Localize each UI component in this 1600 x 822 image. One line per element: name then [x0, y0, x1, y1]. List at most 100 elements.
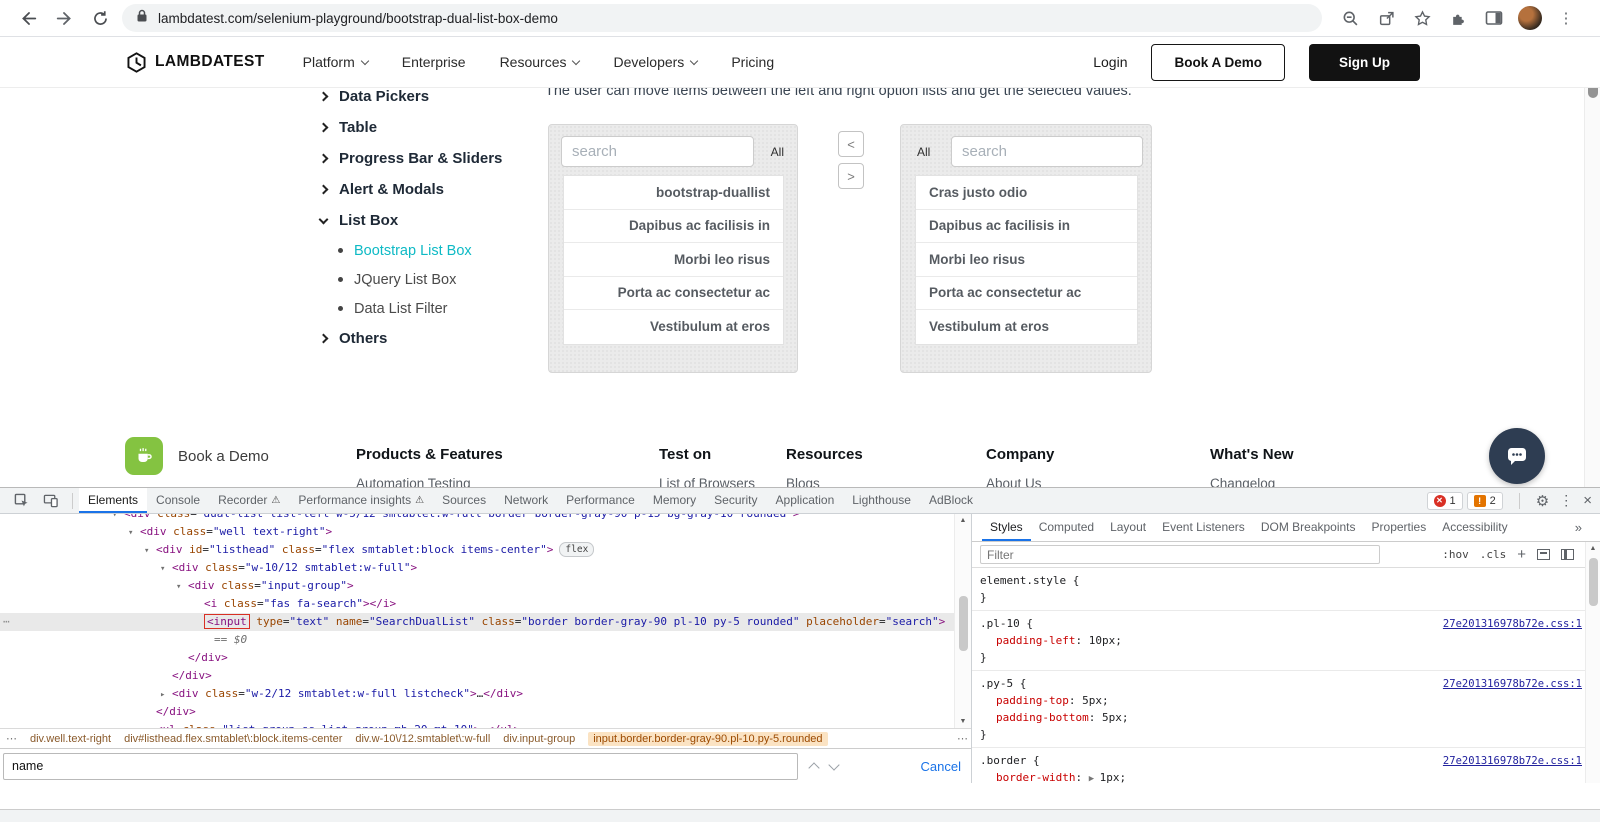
- chat-widget-button[interactable]: [1489, 428, 1545, 484]
- list-item[interactable]: Morbi leo risus: [916, 243, 1137, 277]
- sidebar-item-list-box[interactable]: List Box: [318, 205, 535, 236]
- breadcrumb-item[interactable]: div.input-group: [503, 733, 575, 745]
- tree-line[interactable]: ▾ <div class="w-10/12 smtablet:w-full">: [0, 559, 954, 577]
- devtools-tab-console[interactable]: Console: [147, 488, 209, 513]
- breadcrumb-item[interactable]: input.border.border-gray-90.pl-10.py-5.r…: [588, 731, 828, 746]
- styles-tab-event-listeners[interactable]: Event Listeners: [1154, 514, 1253, 541]
- list-item[interactable]: bootstrap-duallist: [564, 176, 783, 210]
- book-a-demo-button[interactable]: Book A Demo: [1151, 43, 1285, 81]
- find-input[interactable]: [3, 752, 798, 780]
- tree-line[interactable]: ▾ <div id="listhead" class="flex smtablet…: [0, 541, 954, 559]
- address-bar[interactable]: lambdatest.com/selenium-playground/boots…: [122, 4, 1322, 32]
- find-next-icon[interactable]: [828, 759, 840, 771]
- css-selector[interactable]: .border {: [980, 754, 1040, 767]
- sidebar-item-bootstrap-list-box[interactable]: Bootstrap List Box: [320, 236, 535, 265]
- css-property-line[interactable]: padding-bottom: 5px;: [980, 709, 1592, 726]
- list-item[interactable]: Morbi leo risus: [564, 243, 783, 277]
- nav-item-resources[interactable]: Resources: [500, 54, 581, 70]
- elements-scroll-down-arrow[interactable]: ▼: [955, 718, 971, 725]
- devtools-menu-icon[interactable]: ⋮: [1559, 492, 1573, 509]
- pseudo-state-button[interactable]: :hov: [1442, 548, 1469, 561]
- list-item[interactable]: Porta ac consectetur ac: [564, 276, 783, 310]
- nav-item-platform[interactable]: Platform: [303, 54, 369, 70]
- list-item[interactable]: Dapibus ac facilisis in: [564, 209, 783, 243]
- sidebar-item-others[interactable]: Others: [318, 323, 535, 354]
- devtools-tab-performance[interactable]: Performance: [557, 488, 644, 513]
- styles-filter-input[interactable]: [980, 545, 1380, 564]
- breadcrumb-overflow-right[interactable]: ⋯: [953, 732, 968, 745]
- right-search-input[interactable]: [951, 136, 1143, 167]
- browser-menu-icon[interactable]: ⋮: [1553, 5, 1579, 31]
- stylesheet-link[interactable]: 27e201316978b72e.css:1: [1443, 676, 1582, 693]
- console-errors-badge[interactable]: ✕ 1: [1426, 491, 1463, 510]
- lambdatest-logo[interactable]: LAMBDATEST: [125, 51, 265, 74]
- tree-collapse-arrow-icon[interactable]: ▾: [176, 578, 188, 596]
- nav-item-pricing[interactable]: Pricing: [731, 54, 774, 70]
- tree-line[interactable]: == $0: [0, 631, 954, 649]
- css-selector[interactable]: .py-5 {: [980, 677, 1026, 690]
- devtools-tab-elements[interactable]: Elements: [79, 488, 148, 513]
- footer-link[interactable]: List of Browsers: [659, 476, 755, 487]
- device-toolbar-icon[interactable]: [38, 488, 64, 514]
- devtools-tab-application[interactable]: Application: [767, 488, 844, 513]
- css-selector[interactable]: .pl-10 {: [980, 617, 1033, 630]
- list-item[interactable]: Porta ac consectetur ac: [916, 276, 1137, 310]
- devtools-close-icon[interactable]: ×: [1583, 492, 1592, 509]
- list-item[interactable]: Cras justo odio: [916, 176, 1137, 210]
- find-cancel-button[interactable]: Cancel: [921, 759, 961, 774]
- styles-tab-computed[interactable]: Computed: [1031, 514, 1102, 541]
- list-item[interactable]: Vestibulum at eros: [564, 310, 783, 344]
- footer-book-demo[interactable]: Book a Demo: [125, 437, 269, 475]
- devtools-settings-icon[interactable]: ⚙: [1536, 492, 1549, 510]
- tree-line[interactable]: </div>: [0, 703, 954, 721]
- tree-collapse-arrow-icon[interactable]: ▾: [144, 542, 156, 560]
- nav-item-enterprise[interactable]: Enterprise: [402, 54, 466, 70]
- share-icon[interactable]: [1373, 5, 1399, 31]
- tree-line[interactable]: ▾ <div class="well text-right">: [0, 523, 954, 541]
- reload-icon[interactable]: [87, 5, 113, 31]
- sidebar-item-alert-modals[interactable]: Alert & Modals: [318, 174, 535, 205]
- tree-line[interactable]: ▾ <div class="input-group">: [0, 577, 954, 595]
- tree-line[interactable]: ▸<ul class="list-group ss list-group mb-…: [0, 721, 954, 728]
- tree-line[interactable]: <i class="fas fa-search"></i>: [0, 595, 954, 613]
- profile-avatar[interactable]: [1517, 5, 1543, 31]
- sidebar-item-table[interactable]: Table: [318, 112, 535, 143]
- sidebar-item-data-list-filter[interactable]: Data List Filter: [320, 294, 535, 323]
- tree-line[interactable]: ▾<div class="dual-list list-left w-5/12 …: [0, 514, 954, 523]
- tree-expand-arrow-icon[interactable]: ▸: [160, 686, 172, 704]
- sidebar-item-progress-bar-sliders[interactable]: Progress Bar & Sliders: [318, 143, 535, 174]
- back-icon[interactable]: [15, 5, 41, 31]
- list-item[interactable]: Dapibus ac facilisis in: [916, 209, 1137, 243]
- styles-scroll-up-arrow[interactable]: ▲: [1586, 545, 1600, 552]
- sidebar-item-jquery-list-box[interactable]: JQuery List Box: [320, 265, 535, 294]
- footer-link[interactable]: Blogs: [786, 476, 820, 487]
- sign-up-button[interactable]: Sign Up: [1309, 43, 1420, 81]
- inspect-element-icon[interactable]: [8, 488, 34, 514]
- devtools-tab-adblock[interactable]: AdBlock: [920, 488, 982, 513]
- styles-tab-properties[interactable]: Properties: [1364, 514, 1435, 541]
- page-scrollbar[interactable]: ▲: [1584, 37, 1600, 487]
- new-style-rule-button[interactable]: +: [1517, 546, 1526, 563]
- class-toggle-button[interactable]: .cls: [1480, 548, 1507, 561]
- footer-link[interactable]: Automation Testing: [356, 476, 471, 487]
- devtools-tab-security[interactable]: Security: [705, 488, 766, 513]
- devtools-tab-memory[interactable]: Memory: [644, 488, 705, 513]
- styles-scrollbar[interactable]: ▲: [1585, 542, 1600, 783]
- styles-tab-dom-breakpoints[interactable]: DOM Breakpoints: [1253, 514, 1364, 541]
- computed-panel-toggle-icon[interactable]: [1561, 549, 1574, 560]
- devtools-tab-performance-insights[interactable]: Performance insights ⚠: [289, 488, 433, 513]
- devtools-tab-lighthouse[interactable]: Lighthouse: [843, 488, 920, 513]
- forward-icon[interactable]: [51, 5, 77, 31]
- zoom-out-icon[interactable]: [1337, 5, 1363, 31]
- stylesheet-link[interactable]: 27e201316978b72e.css:1: [1443, 753, 1582, 770]
- styles-tab-styles[interactable]: Styles: [982, 514, 1031, 541]
- tree-collapse-arrow-icon[interactable]: ▾: [128, 524, 140, 542]
- rendering-icon[interactable]: [1537, 549, 1550, 560]
- extensions-puzzle-icon[interactable]: [1445, 5, 1471, 31]
- stylesheet-link[interactable]: 27e201316978b72e.css:1: [1443, 616, 1582, 633]
- list-item[interactable]: Vestibulum at eros: [916, 310, 1137, 344]
- tree-collapse-arrow-icon[interactable]: ▾: [160, 560, 172, 578]
- move-right-button[interactable]: >: [838, 163, 864, 189]
- styles-scroll-thumb[interactable]: [1589, 558, 1598, 606]
- tree-line[interactable]: ⋯ <input type="text" name="SearchDualList…: [0, 613, 954, 631]
